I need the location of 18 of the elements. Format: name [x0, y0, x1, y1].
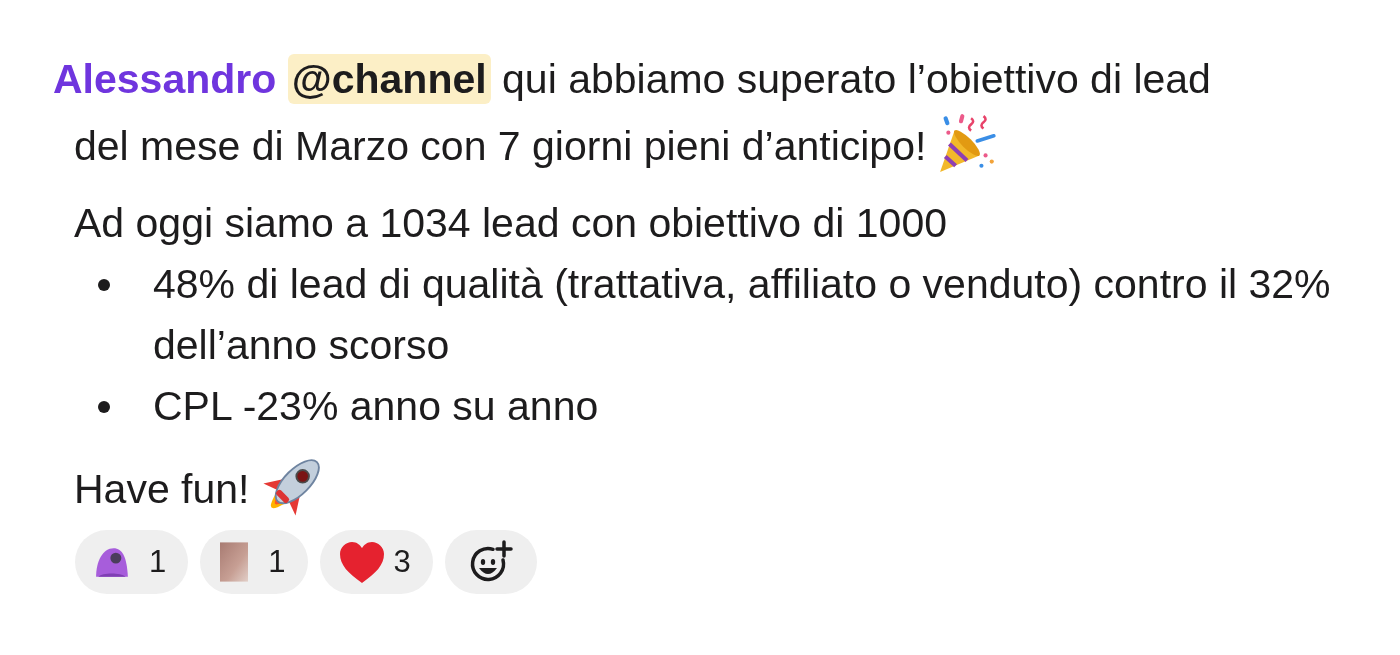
message-text: Have fun! — [74, 457, 1400, 522]
reaction-button[interactable]: 1 — [75, 530, 189, 594]
reaction-button[interactable]: 1 — [200, 530, 308, 594]
heart-emoji-icon — [339, 541, 384, 583]
list-item-text: 48% di lead di qualità (trattativa, affiliato o venduto) contro il 32% dell’anno scorso — [153, 260, 1332, 370]
bullet-icon — [98, 279, 110, 291]
reaction-button[interactable]: 3 — [319, 530, 433, 594]
bullet-icon — [98, 401, 110, 413]
channel-mention[interactable]: @channel — [287, 54, 491, 104]
message-text: Ad oggi siamo a 1034 lead con obiettivo di 1000 — [74, 199, 948, 248]
smiley-plus-icon — [468, 540, 513, 584]
blob-emoji-icon — [95, 546, 129, 578]
party-popper-icon — [938, 112, 999, 174]
rocket-icon — [261, 459, 320, 517]
message-text: Alessandro @channel qui abbiamo superato l’obiettivo di lead del mese di Marzo con 7 giorni pieni d’anticipo! — [53, 47, 1228, 179]
photo-emoji-icon — [220, 542, 249, 582]
author-name[interactable]: Alessandro — [53, 56, 277, 102]
list-item-text: CPL -23% anno su anno — [153, 382, 599, 431]
